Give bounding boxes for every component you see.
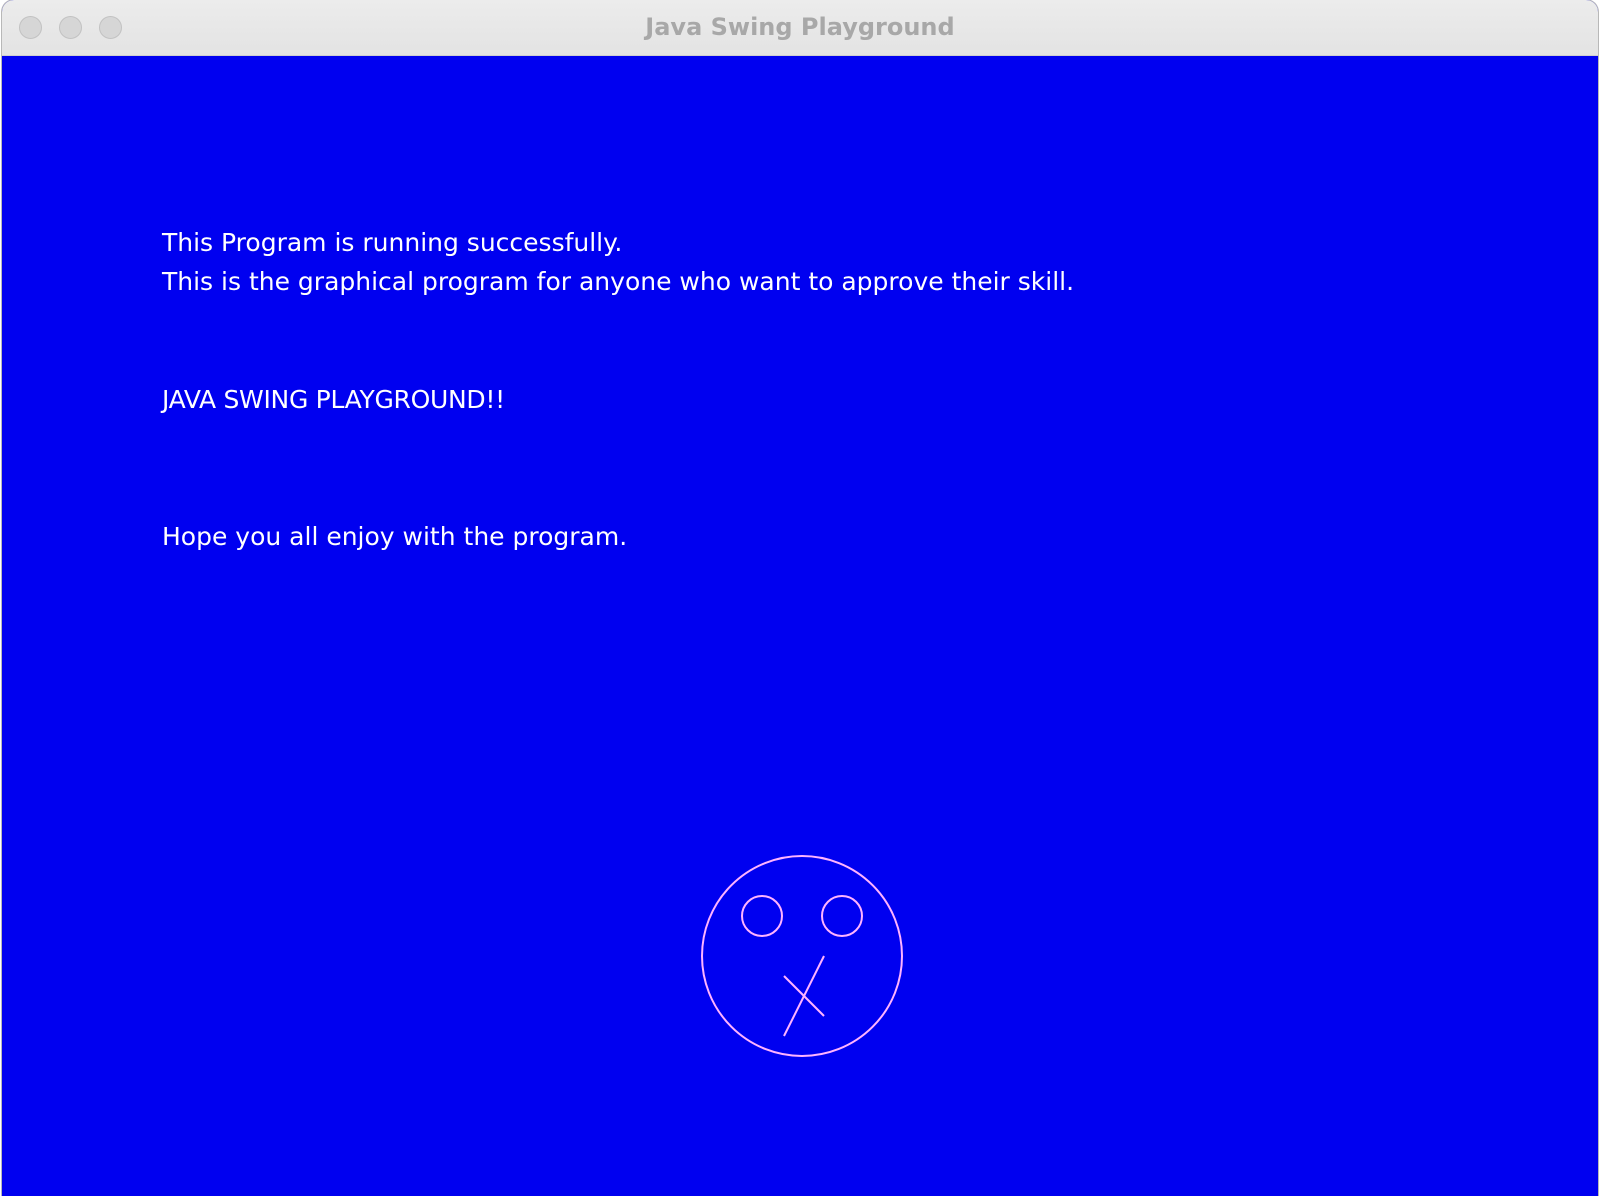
title-bar[interactable]: Java Swing Playground xyxy=(2,0,1598,56)
drawing-canvas: This Program is running successfully. Th… xyxy=(2,56,1598,1196)
left-eye-icon xyxy=(741,895,783,937)
app-window: Java Swing Playground This Program is ru… xyxy=(2,0,1598,1196)
mouth-stroke-2 xyxy=(783,955,825,1037)
face-drawing xyxy=(701,855,903,1057)
window-title: Java Swing Playground xyxy=(645,13,955,41)
face-outline xyxy=(701,855,903,1057)
right-eye-icon xyxy=(821,895,863,937)
